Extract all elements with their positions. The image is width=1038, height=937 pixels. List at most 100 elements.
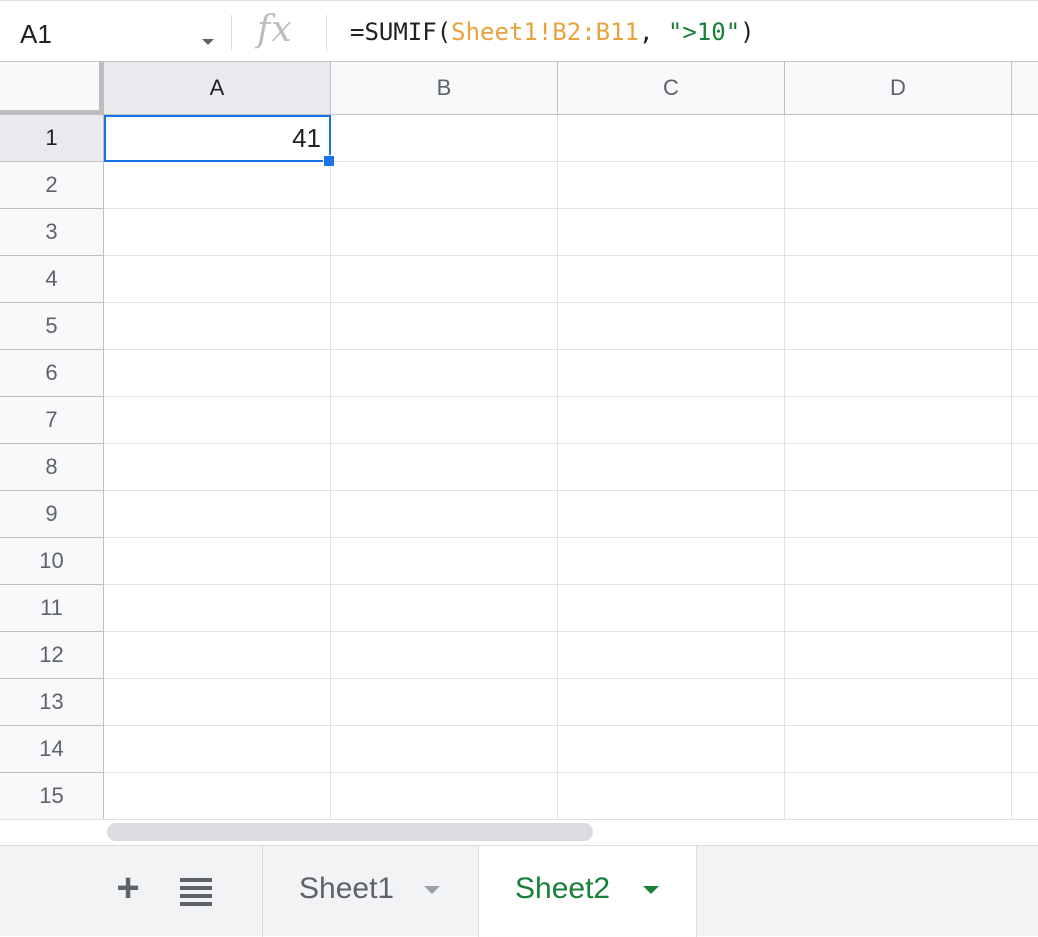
cell-b10[interactable] xyxy=(331,538,558,585)
cell-c5[interactable] xyxy=(558,303,785,350)
chevron-down-icon[interactable] xyxy=(424,886,440,894)
row-header-15[interactable]: 15 xyxy=(0,773,104,819)
cell-e6[interactable] xyxy=(1012,350,1038,397)
row-header-10[interactable]: 10 xyxy=(0,538,104,585)
cell-a15[interactable] xyxy=(104,773,331,819)
row-header-14[interactable]: 14 xyxy=(0,726,104,773)
cell-e4[interactable] xyxy=(1012,256,1038,303)
cell-e15[interactable] xyxy=(1012,773,1038,819)
cell-d6[interactable] xyxy=(785,350,1012,397)
scrollbar-thumb[interactable] xyxy=(107,823,593,841)
formula-input[interactable]: =SUMIF(Sheet1!B2:B11, ">10") xyxy=(350,18,755,46)
cell-d4[interactable] xyxy=(785,256,1012,303)
cell-c4[interactable] xyxy=(558,256,785,303)
row-header-11[interactable]: 11 xyxy=(0,585,104,632)
cell-c7[interactable] xyxy=(558,397,785,444)
cell-c9[interactable] xyxy=(558,491,785,538)
add-sheet-icon[interactable]: + xyxy=(108,866,148,910)
chevron-down-icon[interactable] xyxy=(643,886,659,894)
cell-b15[interactable] xyxy=(331,773,558,819)
row-header-4[interactable]: 4 xyxy=(0,256,104,303)
name-box[interactable]: A1 xyxy=(0,7,230,57)
cell-c12[interactable] xyxy=(558,632,785,679)
cell-e13[interactable] xyxy=(1012,679,1038,726)
cell-d11[interactable] xyxy=(785,585,1012,632)
cell-b11[interactable] xyxy=(331,585,558,632)
cell-e12[interactable] xyxy=(1012,632,1038,679)
cell-d9[interactable] xyxy=(785,491,1012,538)
cell-b5[interactable] xyxy=(331,303,558,350)
cell-d8[interactable] xyxy=(785,444,1012,491)
cell-a8[interactable] xyxy=(104,444,331,491)
cell-d10[interactable] xyxy=(785,538,1012,585)
cell-b1[interactable] xyxy=(331,115,558,162)
cell-e3[interactable] xyxy=(1012,209,1038,256)
horizontal-scrollbar[interactable] xyxy=(0,819,1038,846)
cell-a14[interactable] xyxy=(104,726,331,773)
sheet-tab-sheet1[interactable]: Sheet1 xyxy=(263,846,478,937)
cell-d3[interactable] xyxy=(785,209,1012,256)
row-header-9[interactable]: 9 xyxy=(0,491,104,538)
cell-a13[interactable] xyxy=(104,679,331,726)
cell-b4[interactable] xyxy=(331,256,558,303)
all-sheets-menu-icon[interactable] xyxy=(180,878,212,906)
row-header-3[interactable]: 3 xyxy=(0,209,104,256)
fill-handle[interactable] xyxy=(323,155,335,167)
cell-e7[interactable] xyxy=(1012,397,1038,444)
cell-c8[interactable] xyxy=(558,444,785,491)
cell-b3[interactable] xyxy=(331,209,558,256)
row-header-12[interactable]: 12 xyxy=(0,632,104,679)
cell-d2[interactable] xyxy=(785,162,1012,209)
cell-c15[interactable] xyxy=(558,773,785,819)
cell-b7[interactable] xyxy=(331,397,558,444)
cell-d13[interactable] xyxy=(785,679,1012,726)
cell-e14[interactable] xyxy=(1012,726,1038,773)
cell-a7[interactable] xyxy=(104,397,331,444)
cell-a4[interactable] xyxy=(104,256,331,303)
sheet-tab-sheet2[interactable]: Sheet2 xyxy=(478,846,697,937)
cell-a11[interactable] xyxy=(104,585,331,632)
cell-a2[interactable] xyxy=(104,162,331,209)
select-all-corner[interactable] xyxy=(0,62,104,115)
cell-e5[interactable] xyxy=(1012,303,1038,350)
column-header-c[interactable]: C xyxy=(558,62,785,115)
cell-c3[interactable] xyxy=(558,209,785,256)
active-cell-a1[interactable]: 41 xyxy=(104,115,331,162)
cell-c2[interactable] xyxy=(558,162,785,209)
cell-b13[interactable] xyxy=(331,679,558,726)
column-header-b[interactable]: B xyxy=(331,62,558,115)
cell-c1[interactable] xyxy=(558,115,785,162)
row-header-6[interactable]: 6 xyxy=(0,350,104,397)
column-header-e[interactable] xyxy=(1012,62,1038,115)
cell-d1[interactable] xyxy=(785,115,1012,162)
cell-b9[interactable] xyxy=(331,491,558,538)
cell-e11[interactable] xyxy=(1012,585,1038,632)
cell-b12[interactable] xyxy=(331,632,558,679)
chevron-down-icon[interactable] xyxy=(202,39,214,45)
cell-a12[interactable] xyxy=(104,632,331,679)
cell-a10[interactable] xyxy=(104,538,331,585)
cell-d12[interactable] xyxy=(785,632,1012,679)
cell-e9[interactable] xyxy=(1012,491,1038,538)
cell-a3[interactable] xyxy=(104,209,331,256)
cell-b2[interactable] xyxy=(331,162,558,209)
cell-b6[interactable] xyxy=(331,350,558,397)
row-header-5[interactable]: 5 xyxy=(0,303,104,350)
cell-c6[interactable] xyxy=(558,350,785,397)
cell-a6[interactable] xyxy=(104,350,331,397)
row-header-7[interactable]: 7 xyxy=(0,397,104,444)
cell-e8[interactable] xyxy=(1012,444,1038,491)
column-header-a[interactable]: A xyxy=(104,62,331,115)
cell-b14[interactable] xyxy=(331,726,558,773)
cell-d7[interactable] xyxy=(785,397,1012,444)
row-header-1[interactable]: 1 xyxy=(0,115,104,162)
cell-c14[interactable] xyxy=(558,726,785,773)
row-header-13[interactable]: 13 xyxy=(0,679,104,726)
cell-d5[interactable] xyxy=(785,303,1012,350)
cell-c11[interactable] xyxy=(558,585,785,632)
cell-d15[interactable] xyxy=(785,773,1012,819)
cell-e1[interactable] xyxy=(1012,115,1038,162)
row-header-2[interactable]: 2 xyxy=(0,162,104,209)
cell-c13[interactable] xyxy=(558,679,785,726)
cell-a9[interactable] xyxy=(104,491,331,538)
